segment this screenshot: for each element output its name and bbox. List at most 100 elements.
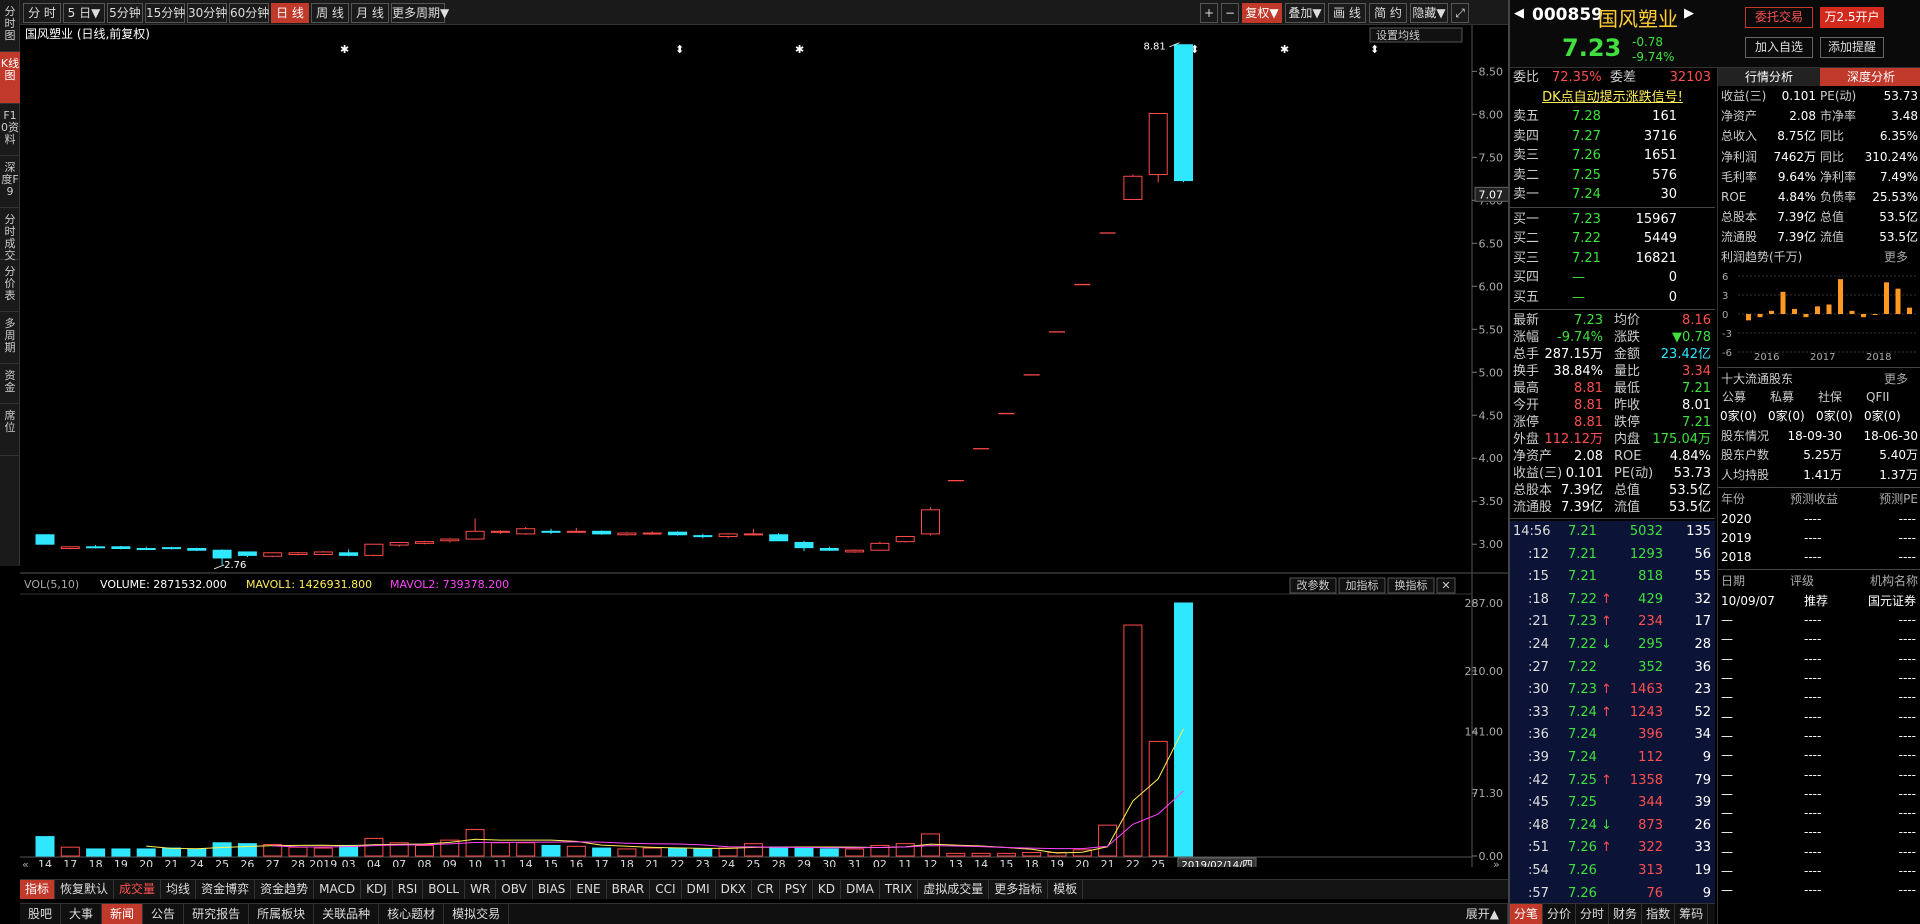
left-tab-5[interactable]: 分价表 (0, 260, 20, 312)
left-tab-8[interactable]: 席位 (0, 404, 20, 456)
quote.sell-row-0[interactable]: 卖五 7.28 161 (1510, 107, 1715, 127)
left-tab-0[interactable]: 分时图 (0, 0, 20, 52)
tick-row-7[interactable]: :30 7.23 ↑ 1463 23 (1510, 679, 1715, 702)
kline-chart-area[interactable]: 国风塑业 (日线,前复权)设置均线✱⬍✱⬍✱⬍8.508.007.507.006… (20, 25, 1512, 872)
vol-button-label-3[interactable]: ✕ (1441, 579, 1450, 592)
left-tab-1[interactable]: K线图 (0, 52, 20, 104)
deep-tab-0[interactable]: 行情分析 (1718, 68, 1820, 86)
x-scroll-left-icon[interactable]: « (22, 858, 29, 871)
bottom-tab-7[interactable]: 核心题材 (379, 904, 445, 924)
tick-row-5[interactable]: :24 7.22 ↓ 295 28 (1510, 633, 1715, 657)
toolbar-right-button-1[interactable]: − (1221, 3, 1239, 23)
forward-arrow-icon[interactable]: ▶ (1684, 6, 1694, 21)
quote-bottom-tab-4[interactable]: 指数 (1642, 904, 1676, 924)
period-button-0[interactable]: 分 时 (23, 3, 61, 23)
quote.sell-row-1[interactable]: 卖四 7.27 3716 (1510, 127, 1715, 147)
quote.sell-row-3[interactable]: 卖二 7.25 576 (1510, 166, 1715, 186)
indicator-tab-5[interactable]: 资金趋势 (255, 880, 315, 899)
toolbar-right-button-2[interactable]: 复权▼ (1242, 3, 1282, 23)
tick-row-8[interactable]: :33 7.24 ↑ 1243 52 (1510, 701, 1715, 725)
tick-row-9[interactable]: :36 7.24 396 34 (1510, 724, 1715, 747)
toolbar-right-button-7[interactable]: ⤢ (1451, 3, 1469, 23)
period-button-1[interactable]: 5 日▼ (63, 3, 105, 23)
dk-signal-link[interactable]: DK点自动提示涨跌信号! (1510, 88, 1715, 108)
expand-button[interactable]: 展开▲ (1458, 904, 1508, 924)
quote.buy-row-0[interactable]: 买一 7.23 15967 (1510, 210, 1715, 230)
indicator-tab-20[interactable]: KD (813, 880, 841, 899)
tick-list[interactable]: 14:56 7.21 5032 135:12 7.21 1293 56:15 7.21 818 5… (1510, 521, 1715, 924)
tick-row-4[interactable]: :21 7.23 ↑ 234 17 (1510, 611, 1715, 634)
quote-bottom-tab-1[interactable]: 分价 (1543, 904, 1577, 924)
bottom-tab-5[interactable]: 所属板块 (249, 904, 315, 924)
quote.buy-row-1[interactable]: 买二 7.22 5449 (1510, 229, 1715, 249)
indicator-tab-8[interactable]: RSI (393, 880, 424, 899)
indicator-tab-15[interactable]: CCI (650, 880, 682, 899)
tick-row-10[interactable]: :39 7.24 112 9 (1510, 746, 1715, 770)
quote.sell-row-2[interactable]: 卖三 7.26 1651 (1510, 146, 1715, 166)
tick-row-0[interactable]: 14:56 7.21 5032 135 (1510, 521, 1715, 544)
tick-row-6[interactable]: :27 7.22 352 36 (1510, 656, 1715, 680)
toolbar-right-button-0[interactable]: + (1200, 3, 1218, 23)
period-button-3[interactable]: 15分钟 (145, 3, 185, 23)
tick-row-3[interactable]: :18 7.22 ↑ 429 32 (1510, 588, 1715, 612)
quote-bottom-tab-5[interactable]: 筹码 (1675, 904, 1709, 924)
period-button-5[interactable]: 60分钟 (229, 3, 269, 23)
add-alert-button[interactable]: 添加提醒 (1820, 37, 1884, 58)
indicator-tab-17[interactable]: DKX (716, 880, 752, 899)
indicator-tab-0[interactable]: 指标 (20, 880, 56, 899)
period-button-9[interactable]: 更多周期▼ (391, 3, 449, 23)
tick-row-16[interactable]: :57 7.26 76 9 (1510, 882, 1715, 906)
left-tab-2[interactable]: F10资料 (0, 104, 20, 156)
indicator-tab-1[interactable]: 恢复默认 (55, 880, 115, 899)
left-tab-7[interactable]: 资金 (0, 364, 20, 404)
bottom-tab-2[interactable]: 新闻 (102, 904, 144, 924)
indicator-tab-16[interactable]: DMI (682, 880, 716, 899)
indicator-tab-11[interactable]: OBV (496, 880, 533, 899)
tick-row-15[interactable]: :54 7.26 313 19 (1510, 859, 1715, 883)
tick-row-2[interactable]: :15 7.21 818 55 (1510, 566, 1715, 589)
quote.buy-row-3[interactable]: 买四 —0 (1510, 268, 1715, 288)
indicator-tab-19[interactable]: PSY (780, 880, 813, 899)
tick-row-11[interactable]: :42 7.25 ↑ 1358 79 (1510, 769, 1715, 793)
vol-button-label-0[interactable]: 改参数 (1297, 578, 1330, 592)
quote-bottom-tab-0[interactable]: 分笔 (1510, 904, 1544, 924)
back-arrow-icon[interactable]: ◀ (1514, 6, 1524, 21)
indicator-tab-13[interactable]: ENE (571, 880, 607, 899)
bottom-tab-6[interactable]: 关联品种 (314, 904, 380, 924)
tick-row-1[interactable]: :12 7.21 1293 56 (1510, 543, 1715, 567)
indicator-tab-25[interactable]: 模板 (1048, 880, 1084, 899)
toolbar-right-button-3[interactable]: 叠加▼ (1285, 3, 1325, 23)
bottom-tab-1[interactable]: 大事 (61, 904, 103, 924)
toolbar-right-button-5[interactable]: 简 约 (1369, 3, 1407, 23)
indicator-tab-14[interactable]: BRAR (607, 880, 651, 899)
quote-bottom-tab-3[interactable]: 财务 (1609, 904, 1643, 924)
indicator-tab-21[interactable]: DMA (841, 880, 880, 899)
indicator-tab-9[interactable]: BOLL (423, 880, 466, 899)
indicator-tab-18[interactable]: CR (752, 880, 780, 899)
indicator-tab-4[interactable]: 资金博弈 (196, 880, 256, 899)
set-ma-label[interactable]: 设置均线 (1376, 28, 1420, 42)
indicator-tab-22[interactable]: TRIX (880, 880, 919, 899)
period-button-7[interactable]: 周 线 (311, 3, 349, 23)
vol-button-label-1[interactable]: 加指标 (1346, 578, 1379, 592)
tick-row-12[interactable]: :45 7.25 344 39 (1510, 792, 1715, 815)
quote-bottom-tab-2[interactable]: 分时 (1576, 904, 1610, 924)
period-button-2[interactable]: 5分钟 (107, 3, 143, 23)
indicator-tab-6[interactable]: MACD (314, 880, 362, 899)
indicator-tab-7[interactable]: KDJ (361, 880, 393, 899)
period-button-8[interactable]: 月 线 (351, 3, 389, 23)
x-scroll-right-icon[interactable]: » (1493, 858, 1500, 871)
bottom-tab-3[interactable]: 公告 (143, 904, 185, 924)
indicator-tab-3[interactable]: 均线 (161, 880, 197, 899)
indicator-tab-24[interactable]: 更多指标 (989, 880, 1049, 899)
toolbar-right-button-4[interactable]: 画 线 (1328, 3, 1366, 23)
deep-tab-1[interactable]: 深度分析 (1820, 68, 1920, 86)
left-tab-4[interactable]: 分时成交 (0, 208, 20, 262)
indicator-tab-10[interactable]: WR (465, 880, 497, 899)
bottom-tab-0[interactable]: 股吧 (20, 904, 62, 924)
indicator-tab-12[interactable]: BIAS (533, 880, 572, 899)
tick-row-13[interactable]: :48 7.24 ↓ 873 26 (1510, 814, 1715, 838)
bottom-tab-8[interactable]: 模拟交易 (444, 904, 510, 924)
indicator-tab-23[interactable]: 虚拟成交量 (918, 880, 990, 899)
period-button-4[interactable]: 30分钟 (187, 3, 227, 23)
